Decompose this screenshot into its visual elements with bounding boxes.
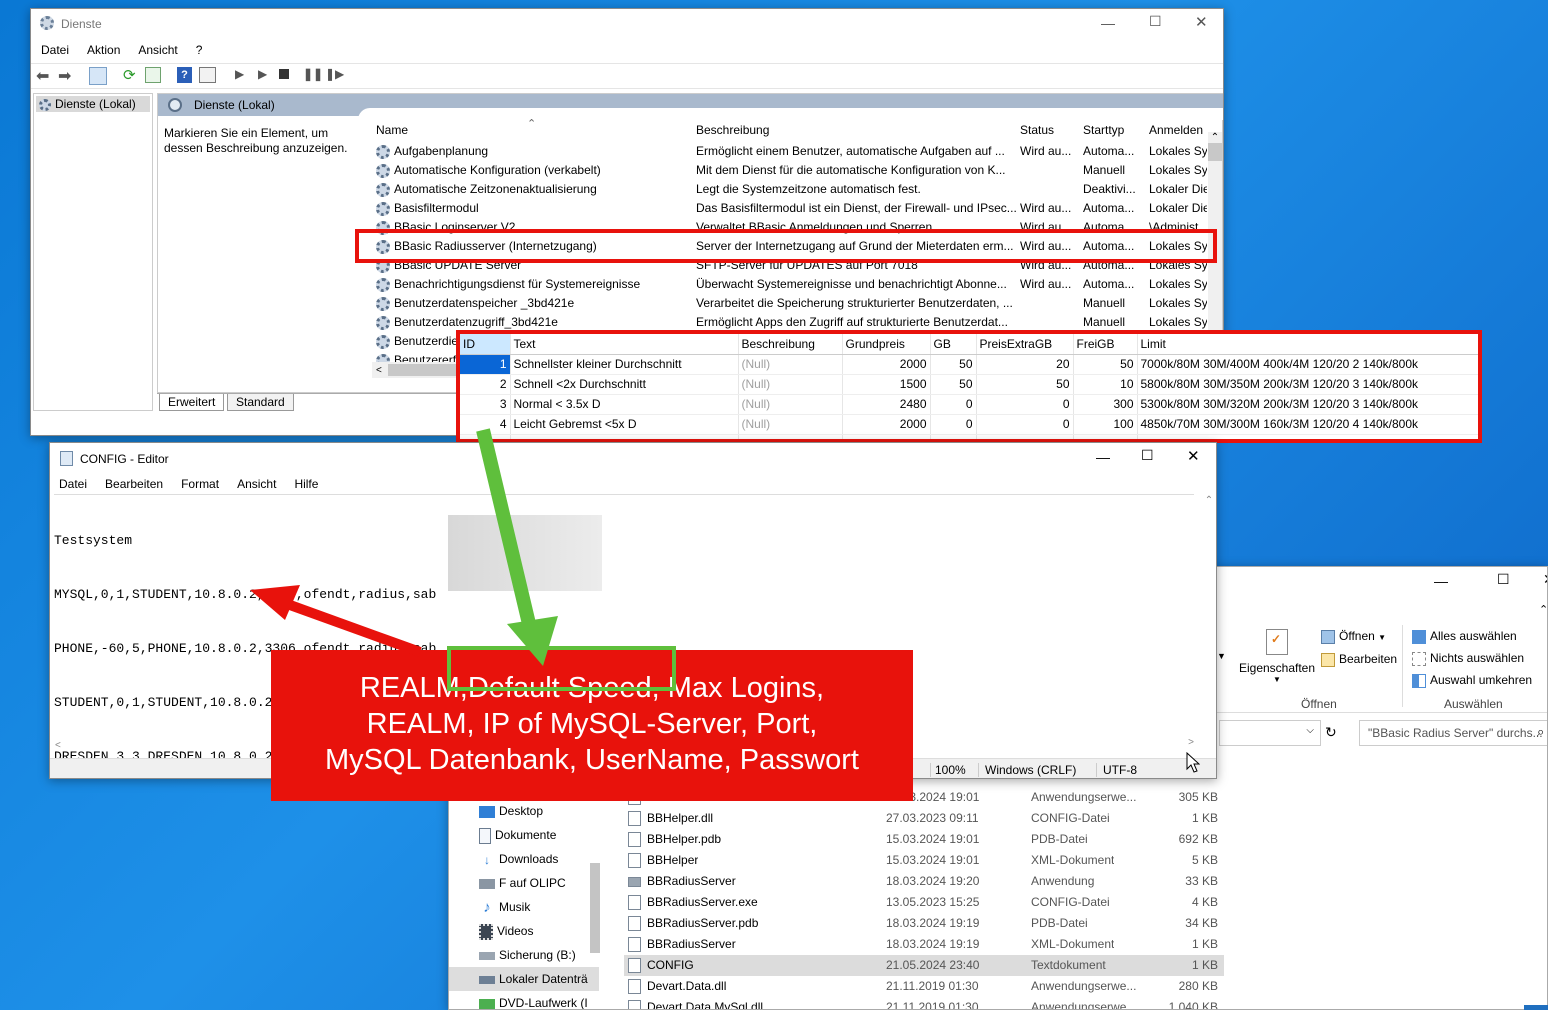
green-arrow-shaft <box>476 428 537 630</box>
red-arrow-head <box>250 585 300 620</box>
green-arrow-head <box>507 616 558 666</box>
mouse-cursor-icon <box>1186 752 1200 773</box>
red-arrow-shaft <box>288 600 422 657</box>
taskbar-sliver <box>1524 1005 1548 1010</box>
annotation-arrows <box>250 428 558 666</box>
